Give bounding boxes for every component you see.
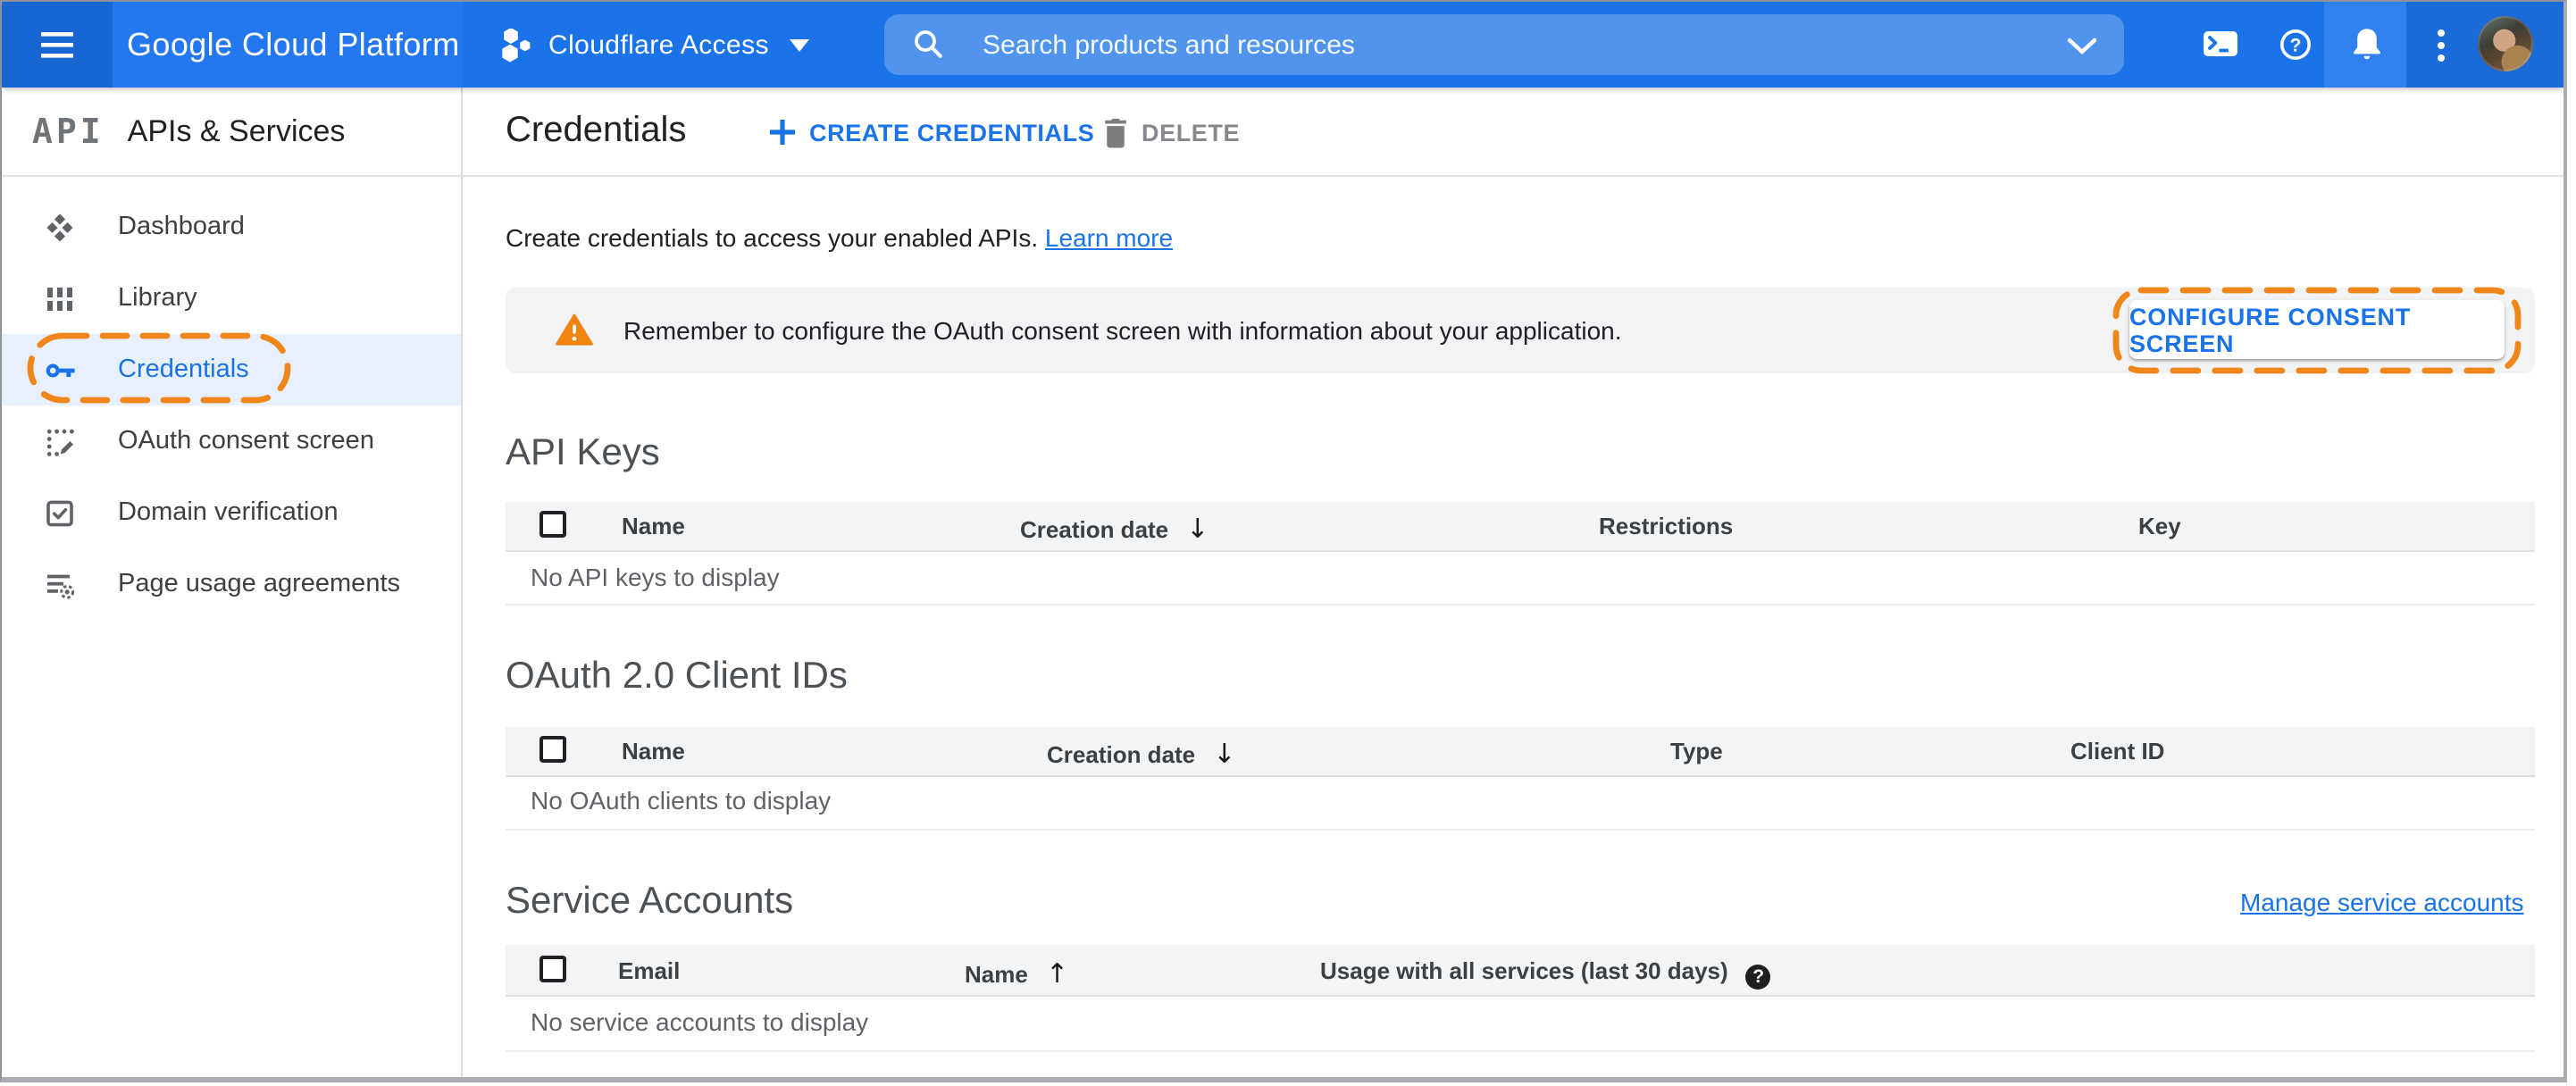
column-email[interactable]: Email — [618, 957, 680, 983]
more-options-icon[interactable] — [2437, 29, 2446, 63]
intro-sentence: Create credentials to access your enable… — [506, 223, 1039, 252]
domain-verification-icon — [46, 499, 73, 526]
column-creation-date[interactable]: Creation date ↓ — [1020, 513, 1209, 545]
column-name[interactable]: Name — [622, 513, 685, 539]
column-creation-date-label: Creation date — [1047, 741, 1196, 768]
sidebar-item-library[interactable]: Library — [2, 263, 461, 334]
search-icon — [915, 30, 942, 58]
select-all-checkbox[interactable] — [539, 955, 566, 982]
notifications-bell-icon[interactable] — [2351, 27, 2383, 63]
warning-icon — [556, 313, 593, 346]
screenshot-stage: Google Cloud Platform Cloudflare Access — [0, 0, 2576, 1086]
sidebar-header: API APIs & Services — [2, 88, 461, 177]
learn-more-link[interactable]: Learn more — [1045, 223, 1173, 252]
sidebar-item-oauth-consent-screen[interactable]: OAuth consent screen — [2, 405, 461, 477]
oauth-clients-empty-state: No OAuth clients to display — [531, 786, 832, 814]
select-all-checkbox[interactable] — [539, 736, 566, 763]
delete-button[interactable]: DELETE — [1102, 88, 1240, 177]
oauth-clients-heading: OAuth 2.0 Client IDs — [506, 656, 848, 697]
create-credentials-label: CREATE CREDENTIALS — [809, 119, 1095, 146]
cloud-shell-icon[interactable] — [2203, 30, 2238, 57]
intro-text: Create credentials to access your enable… — [506, 223, 1173, 252]
column-restrictions[interactable]: Restrictions — [1599, 513, 1733, 539]
column-client-id[interactable]: Client ID — [2070, 738, 2164, 764]
sidebar-item-label: Dashboard — [118, 213, 245, 241]
svg-text:?: ? — [2290, 36, 2302, 56]
sidebar-item-label: Library — [118, 284, 197, 313]
help-icon[interactable]: ? — [2279, 29, 2312, 61]
usage-help-icon[interactable]: ? — [1745, 964, 1771, 989]
sidebar-item-page-usage-agreements[interactable]: Page usage agreements — [2, 548, 461, 620]
sort-desc-icon[interactable]: ↓ — [1186, 513, 1209, 545]
sidebar-item-label: Credentials — [118, 355, 249, 384]
sidebar-item-label: OAuth consent screen — [118, 427, 374, 455]
browser-frame: Google Cloud Platform Cloudflare Access — [0, 0, 2567, 1082]
sidebar-item-label: Page usage agreements — [118, 570, 400, 598]
search-bar — [884, 14, 2124, 75]
column-usage: Usage with all services (last 30 days)? — [1320, 957, 1771, 989]
oauth-clients-table-header: Name Creation date ↓ Type Client ID — [506, 727, 2535, 777]
topbar-logo-segment: Google Cloud Platform — [113, 2, 463, 88]
plus-icon — [770, 120, 795, 145]
key-icon — [46, 363, 75, 377]
configure-consent-screen-label: CONFIGURE CONSENT SCREEN — [2129, 303, 2412, 356]
main-content: Credentials CREATE CREDENTIALS DELETE Cr… — [463, 88, 2563, 1077]
sort-asc-icon[interactable]: ↑ — [1046, 957, 1068, 989]
api-product-logo: API — [32, 112, 105, 151]
consent-warning-banner: Remember to configure the OAuth consent … — [506, 288, 2535, 373]
column-creation-date[interactable]: Creation date ↓ — [1047, 738, 1235, 770]
search-dropdown-chevron-icon[interactable] — [2067, 38, 2097, 55]
sidebar-item-dashboard[interactable]: Dashboard — [2, 191, 461, 263]
select-all-checkbox[interactable] — [539, 511, 566, 538]
library-icon — [47, 287, 72, 310]
column-name-label: Name — [965, 960, 1028, 987]
api-keys-divider — [506, 604, 2535, 606]
sidebar-item-domain-verification[interactable]: Domain verification — [2, 477, 461, 548]
create-credentials-button[interactable]: CREATE CREDENTIALS — [770, 88, 1094, 177]
consent-screen-icon — [46, 428, 74, 455]
column-name[interactable]: Name ↑ — [965, 957, 1068, 989]
page-title: Credentials — [506, 111, 687, 150]
sidebar-nav: Dashboard Library Credentials OAuth cons… — [2, 177, 461, 620]
api-keys-empty-state: No API keys to display — [531, 563, 780, 591]
configure-consent-screen-button[interactable]: CONFIGURE CONSENT SCREEN — [2129, 300, 2505, 359]
project-caret-icon — [790, 38, 810, 51]
project-hexagons-icon — [502, 28, 531, 62]
gcp-logo[interactable]: Google Cloud Platform — [127, 26, 460, 63]
page-header: Credentials CREATE CREDENTIALS DELETE — [463, 88, 2563, 177]
manage-service-accounts-link[interactable]: Manage service accounts — [2240, 888, 2524, 916]
hamburger-icon[interactable] — [41, 30, 73, 59]
sort-desc-icon[interactable]: ↓ — [1213, 738, 1235, 770]
sidebar-item-label: Domain verification — [118, 498, 339, 527]
column-name[interactable]: Name — [622, 738, 685, 764]
gcp-topbar: Google Cloud Platform Cloudflare Access — [2, 2, 2563, 88]
search-input[interactable] — [983, 14, 1983, 75]
column-creation-date-label: Creation date — [1020, 516, 1169, 543]
product-name: APIs & Services — [127, 113, 346, 147]
service-accounts-divider — [506, 1050, 2535, 1052]
dashboard-icon — [46, 213, 73, 241]
avatar[interactable] — [2478, 16, 2533, 71]
oauth-clients-divider — [506, 829, 2535, 831]
column-type[interactable]: Type — [1670, 738, 1723, 764]
project-selector[interactable]: Cloudflare Access — [502, 2, 810, 88]
banner-message: Remember to configure the OAuth consent … — [623, 316, 1622, 345]
service-accounts-heading: Service Accounts — [506, 881, 794, 922]
service-accounts-table-header: Email Name ↑ Usage with all services (las… — [506, 945, 2535, 997]
api-keys-heading: API Keys — [506, 432, 660, 473]
column-key[interactable]: Key — [2138, 513, 2181, 539]
project-name: Cloudflare Access — [548, 29, 769, 60]
column-usage-label: Usage with all services (last 30 days) — [1320, 957, 1728, 983]
page-usage-icon — [47, 573, 75, 598]
service-accounts-empty-state: No service accounts to display — [531, 1007, 869, 1036]
sidebar: API APIs & Services Dashboard Library Cr… — [2, 88, 463, 1077]
api-keys-table-header: Name Creation date ↓ Restrictions Key — [506, 502, 2535, 552]
trash-icon — [1105, 117, 1126, 147]
sidebar-item-credentials[interactable]: Credentials — [2, 334, 461, 405]
delete-label: DELETE — [1142, 119, 1241, 146]
